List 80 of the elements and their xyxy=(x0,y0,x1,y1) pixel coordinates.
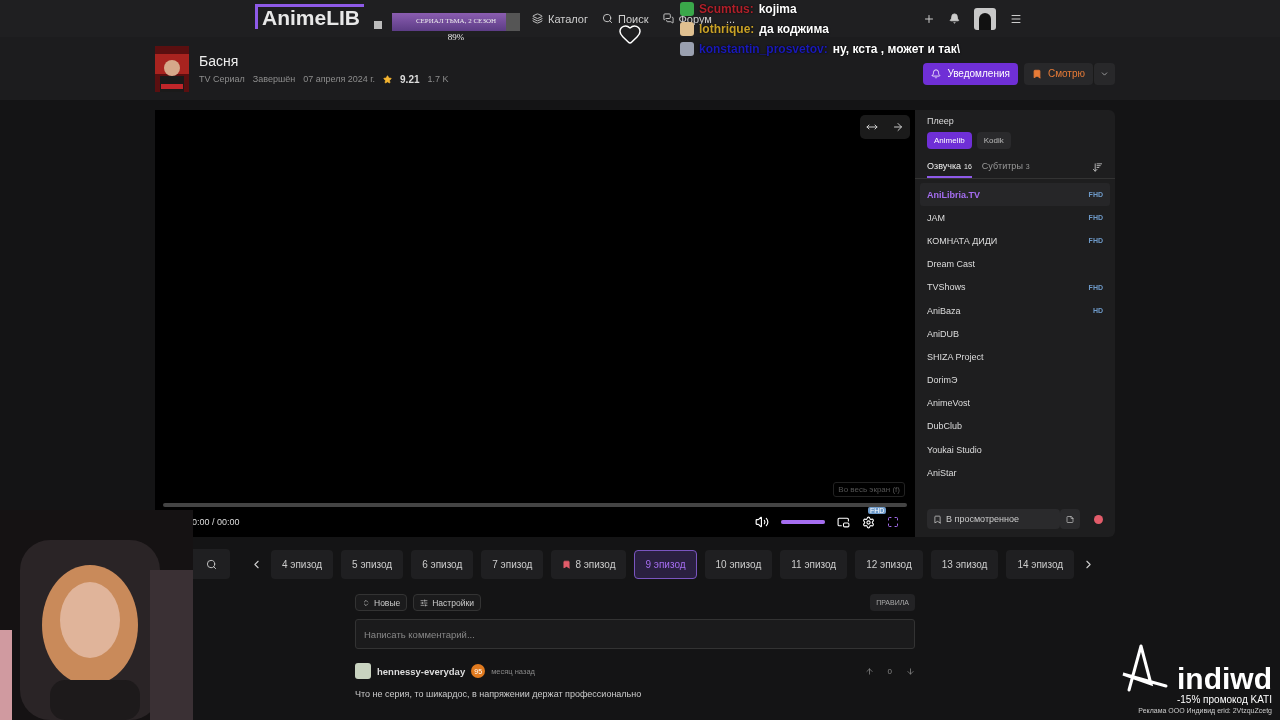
sort-button[interactable]: Новые xyxy=(355,594,408,611)
bookmark-icon xyxy=(1031,68,1042,79)
vote-count: 1.7 K xyxy=(427,74,449,84)
chat-username: konstantin_prosvetov: xyxy=(699,42,828,56)
sort-icon xyxy=(362,598,370,607)
episode-button[interactable]: 4 эпизод xyxy=(271,549,334,579)
chat-message: kojima xyxy=(758,2,797,16)
sliders-icon xyxy=(420,598,429,607)
downvote-icon[interactable] xyxy=(906,666,915,676)
dub-team-item[interactable]: Dream Cast xyxy=(920,252,1110,276)
star-icon xyxy=(383,74,393,84)
note-icon xyxy=(1066,514,1074,524)
comment-text: Что не серия, то шикардос, в напряжении держат профессионально xyxy=(355,689,643,699)
sort-icon xyxy=(1092,162,1103,173)
dub-team-item[interactable]: DubClub xyxy=(920,414,1110,439)
comment-field[interactable]: Написать комментарий... xyxy=(355,619,915,649)
list-status-button[interactable]: Смотрю xyxy=(1023,62,1093,85)
settings-icon[interactable] xyxy=(862,515,875,529)
progress-percent: 89% xyxy=(447,32,465,42)
episode-button[interactable]: 6 эпизод xyxy=(411,549,474,579)
episode-button[interactable]: 10 эпизод xyxy=(704,549,773,579)
arrow-right-icon[interactable] xyxy=(892,121,904,133)
bell-icon[interactable] xyxy=(949,13,960,24)
search-button[interactable] xyxy=(193,549,230,579)
comment-author[interactable]: hennessy-everyday xyxy=(377,665,466,677)
dub-team-item[interactable]: Youkai Studio xyxy=(920,438,1110,462)
watched-button[interactable]: В просмотренное xyxy=(927,509,1060,529)
episode-button[interactable]: 13 эпизод xyxy=(930,549,999,579)
nav-link[interactable]: Поиск xyxy=(602,12,649,25)
rating-value: 9.21 xyxy=(400,73,420,85)
panel-title: Плеер xyxy=(927,116,955,126)
heart-icon xyxy=(618,22,642,46)
source-button[interactable]: Kodik xyxy=(976,132,1011,149)
chat-message: ну, кста , может и так\ xyxy=(832,42,961,56)
bookmark-icon xyxy=(562,559,572,569)
settings-button[interactable]: Настройки xyxy=(413,594,481,611)
episode-button[interactable]: 9 эпизод xyxy=(634,549,697,579)
ad-promo: -15% промокод KATI xyxy=(1176,694,1272,705)
dub-team-item[interactable]: AniDUB xyxy=(920,322,1110,346)
chat-message: да коджима xyxy=(759,22,829,36)
episode-button[interactable]: 5 эпизод xyxy=(341,549,404,579)
note-button[interactable] xyxy=(1060,509,1080,529)
bookmark-icon xyxy=(933,514,942,524)
ad-brand: indiwd xyxy=(1177,664,1272,694)
volume-icon[interactable] xyxy=(755,515,769,529)
episode-button[interactable]: 11 эпизод xyxy=(780,549,848,579)
user-avatar[interactable] xyxy=(974,7,996,30)
source-button[interactable]: Animelib xyxy=(927,132,972,149)
episode-button[interactable]: 14 эпизод xyxy=(1006,549,1075,579)
dub-team-item[interactable]: AnimeVost xyxy=(920,391,1110,415)
stack-icon xyxy=(532,13,543,24)
nav-link[interactable]: Каталог xyxy=(532,12,588,25)
dub-team-item[interactable]: AniStar xyxy=(920,461,1110,485)
upvote-icon[interactable] xyxy=(864,666,874,676)
chat-badge-icon xyxy=(680,2,694,16)
search-icon xyxy=(206,558,217,570)
release-date: 07 апреля 2024 г. xyxy=(303,74,376,84)
site-logo[interactable]: AnimeLIB xyxy=(255,4,364,29)
menu-icon[interactable] xyxy=(1010,12,1022,25)
episode-button[interactable]: 8 эпизод xyxy=(551,549,627,579)
episode-button[interactable]: 7 эпизод xyxy=(481,549,544,579)
dub-team-item[interactable]: DorimЭ xyxy=(920,368,1110,392)
plus-icon[interactable] xyxy=(923,12,935,25)
bell-icon xyxy=(931,68,942,79)
search-icon xyxy=(602,13,613,24)
report-icon[interactable] xyxy=(1094,514,1103,524)
notifications-button[interactable]: Уведомления xyxy=(923,62,1018,85)
chat-badge-icon xyxy=(680,42,694,56)
vote-count: 0 xyxy=(887,666,892,676)
anime-title: Басня xyxy=(199,52,240,69)
fullscreen-icon[interactable] xyxy=(887,516,899,528)
episode-button[interactable]: 12 эпизод xyxy=(855,549,923,579)
chat-icon xyxy=(662,13,674,24)
pip-icon[interactable] xyxy=(837,515,850,529)
dub-team-item[interactable]: SHIZA Project xyxy=(920,345,1110,369)
progress-track[interactable] xyxy=(163,503,907,507)
volume-slider[interactable] xyxy=(781,520,825,524)
type-label: TV Сериал xyxy=(199,74,245,84)
tooltip: Во весь экран (f) xyxy=(833,482,905,497)
status-label: Завершён xyxy=(252,74,296,84)
